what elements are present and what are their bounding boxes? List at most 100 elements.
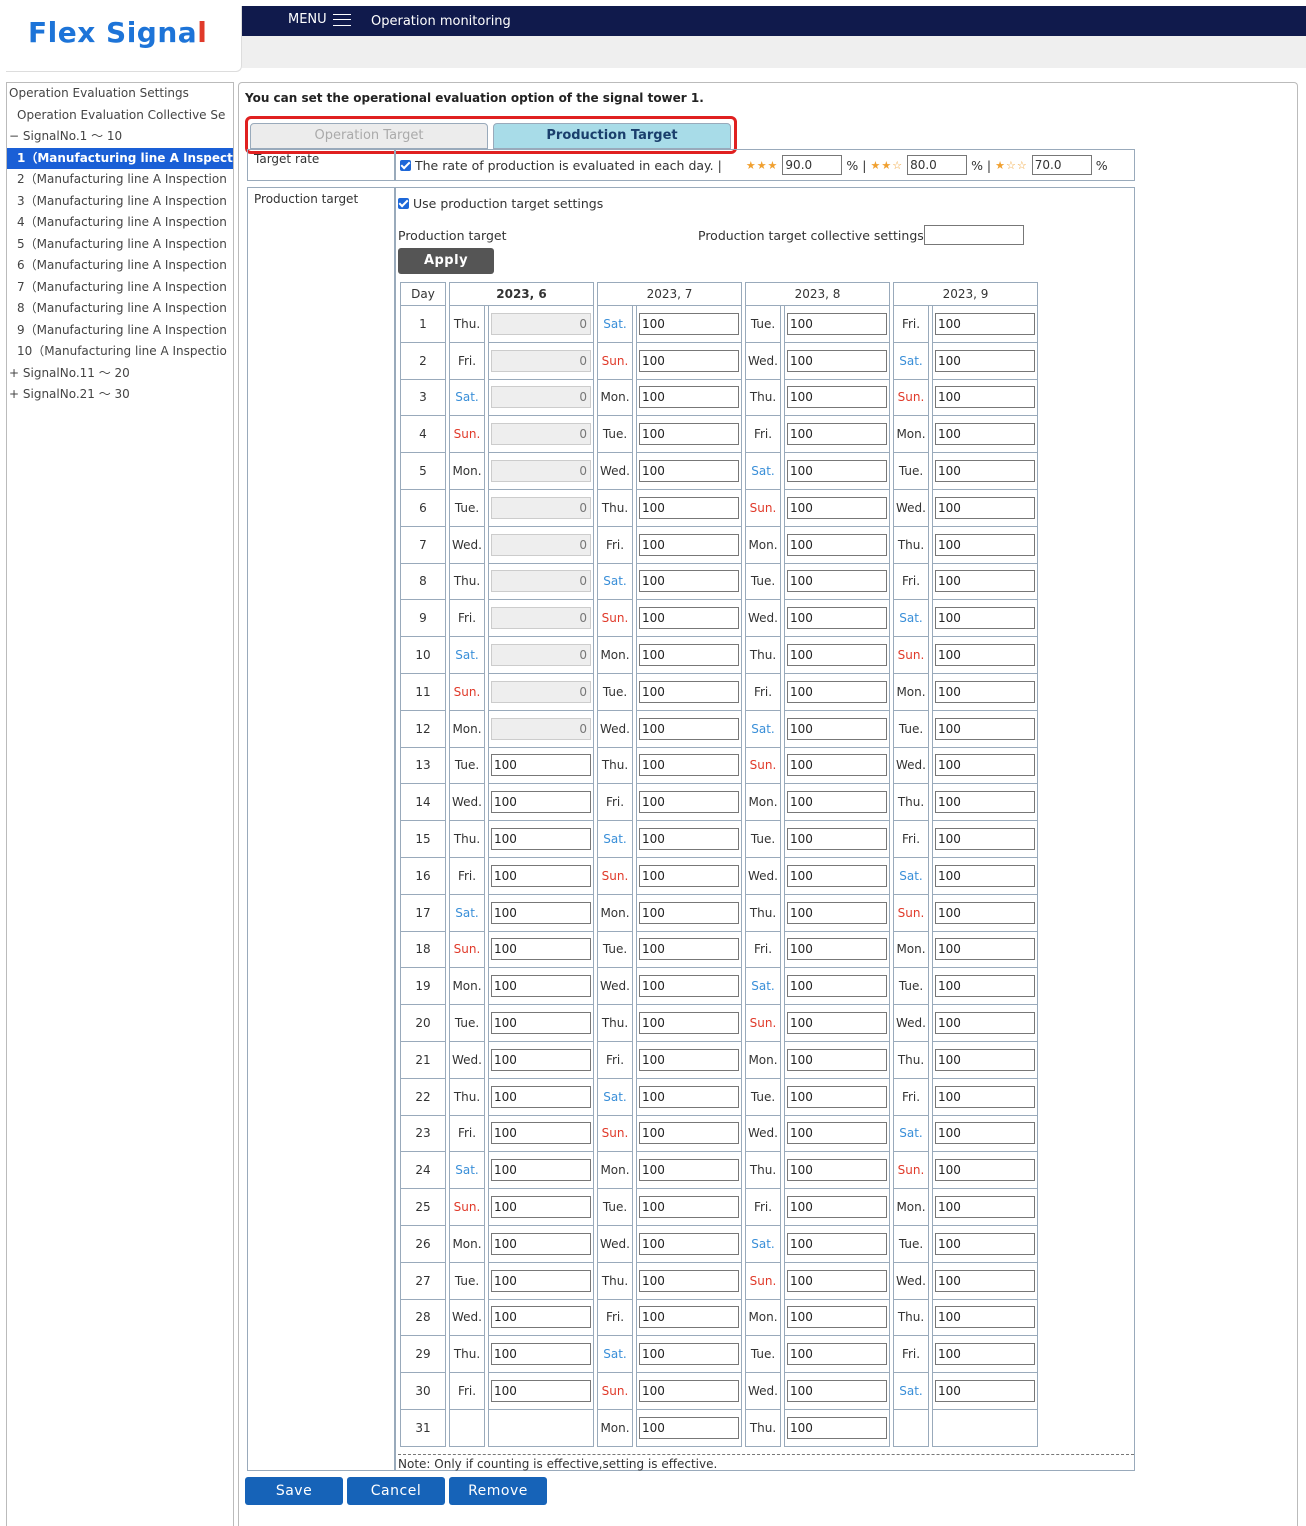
production-value-input[interactable]: 100: [639, 533, 739, 556]
production-value-input[interactable]: 100: [639, 975, 739, 998]
production-value-input[interactable]: 100: [935, 1085, 1035, 1108]
production-value-input[interactable]: 100: [639, 717, 739, 740]
production-value-input[interactable]: 100: [787, 1196, 887, 1219]
production-value-input[interactable]: 100: [639, 644, 739, 667]
tab-operation-target[interactable]: Operation Target: [250, 123, 488, 149]
production-value-input[interactable]: 100: [787, 1306, 887, 1329]
production-value-input[interactable]: 100: [491, 1306, 591, 1329]
production-value-input[interactable]: 100: [787, 680, 887, 703]
production-value-input[interactable]: 100: [491, 1122, 591, 1145]
production-value-input[interactable]: 100: [639, 496, 739, 519]
tab-production-target[interactable]: Production Target: [493, 123, 731, 149]
production-value-input[interactable]: 100: [491, 1269, 591, 1292]
production-value-input[interactable]: 100: [639, 864, 739, 887]
sidebar-item[interactable]: + SignalNo.11 ～ 20: [7, 363, 233, 385]
sidebar-item[interactable]: + SignalNo.21 ～ 30: [7, 384, 233, 406]
production-value-input[interactable]: 100: [787, 607, 887, 630]
production-value-input[interactable]: 100: [639, 1048, 739, 1071]
production-value-input[interactable]: 100: [787, 349, 887, 372]
production-value-input[interactable]: 100: [491, 1159, 591, 1182]
production-value-input[interactable]: 100: [491, 864, 591, 887]
production-value-input[interactable]: 100: [787, 312, 887, 335]
rate-checkbox[interactable]: [400, 159, 411, 171]
production-value-input[interactable]: 100: [491, 1196, 591, 1219]
production-value-input[interactable]: 100: [935, 864, 1035, 887]
production-value-input[interactable]: 100: [491, 828, 591, 851]
production-value-input[interactable]: 100: [787, 423, 887, 446]
production-value-input[interactable]: 100: [639, 680, 739, 703]
production-value-input[interactable]: 100: [935, 828, 1035, 851]
production-value-input[interactable]: 100: [787, 1416, 887, 1439]
sidebar-item[interactable]: 6（Manufacturing line A Inspection: [7, 255, 233, 277]
sidebar-item[interactable]: 9（Manufacturing line A Inspection: [7, 320, 233, 342]
production-value-input[interactable]: 100: [935, 1306, 1035, 1329]
production-value-input[interactable]: 100: [935, 717, 1035, 740]
production-value-input[interactable]: 100: [935, 496, 1035, 519]
production-value-input[interactable]: 100: [935, 1269, 1035, 1292]
sidebar-item[interactable]: 2（Manufacturing line A Inspection: [7, 169, 233, 191]
rate-2star-input[interactable]: 80.0: [907, 155, 968, 175]
production-value-input[interactable]: 100: [787, 1085, 887, 1108]
production-value-input[interactable]: 100: [787, 975, 887, 998]
production-value-input[interactable]: 100: [787, 1380, 887, 1402]
production-value-input[interactable]: 100: [787, 864, 887, 887]
production-value-input[interactable]: 100: [491, 901, 591, 924]
production-value-input[interactable]: 100: [787, 1159, 887, 1182]
production-value-input[interactable]: 100: [491, 754, 591, 777]
production-value-input[interactable]: 100: [639, 1196, 739, 1219]
production-value-input[interactable]: 100: [935, 386, 1035, 409]
production-value-input[interactable]: 100: [787, 496, 887, 519]
production-value-input[interactable]: 100: [639, 1232, 739, 1255]
sidebar-item[interactable]: 4（Manufacturing line A Inspection: [7, 212, 233, 234]
production-value-input[interactable]: 100: [639, 828, 739, 851]
production-value-input[interactable]: 100: [935, 680, 1035, 703]
production-value-input[interactable]: 100: [935, 1343, 1035, 1366]
sidebar-item[interactable]: Operation Evaluation Settings: [7, 83, 233, 105]
production-value-input[interactable]: 100: [639, 423, 739, 446]
production-value-input[interactable]: 100: [935, 1196, 1035, 1219]
production-value-input[interactable]: 100: [935, 754, 1035, 777]
production-value-input[interactable]: 100: [639, 1269, 739, 1292]
production-value-input[interactable]: 100: [639, 901, 739, 924]
production-value-input[interactable]: 100: [787, 938, 887, 961]
production-value-input[interactable]: 100: [639, 607, 739, 630]
production-value-input[interactable]: 100: [639, 1159, 739, 1182]
production-value-input[interactable]: 100: [935, 607, 1035, 630]
sidebar-item[interactable]: 8（Manufacturing line A Inspection: [7, 298, 233, 320]
save-button[interactable]: Save: [245, 1477, 343, 1505]
production-value-input[interactable]: 100: [935, 533, 1035, 556]
production-value-input[interactable]: 100: [787, 791, 887, 814]
production-value-input[interactable]: 100: [935, 975, 1035, 998]
rate-3star-input[interactable]: 90.0: [782, 155, 843, 175]
production-value-input[interactable]: 100: [935, 1048, 1035, 1071]
production-value-input[interactable]: 100: [639, 312, 739, 335]
production-value-input[interactable]: 100: [639, 1343, 739, 1366]
production-value-input[interactable]: 100: [639, 349, 739, 372]
production-value-input[interactable]: 100: [935, 312, 1035, 335]
production-value-input[interactable]: 100: [639, 460, 739, 483]
production-value-input[interactable]: 100: [787, 1343, 887, 1366]
production-value-input[interactable]: 100: [491, 1048, 591, 1071]
production-value-input[interactable]: 100: [787, 1012, 887, 1035]
production-value-input[interactable]: 100: [935, 570, 1035, 593]
sidebar-item[interactable]: − SignalNo.1 ～ 10: [7, 126, 233, 148]
production-value-input[interactable]: 100: [935, 1380, 1035, 1402]
production-value-input[interactable]: 100: [787, 1122, 887, 1145]
production-value-input[interactable]: 100: [787, 1048, 887, 1071]
sidebar-item[interactable]: Operation Evaluation Collective Se: [7, 105, 233, 127]
sidebar-item[interactable]: 5（Manufacturing line A Inspection: [7, 234, 233, 256]
production-value-input[interactable]: 100: [935, 349, 1035, 372]
apply-button[interactable]: Apply: [398, 248, 494, 274]
production-value-input[interactable]: 100: [491, 1380, 591, 1402]
production-value-input[interactable]: 100: [639, 1012, 739, 1035]
cancel-button[interactable]: Cancel: [347, 1477, 445, 1505]
production-value-input[interactable]: 100: [935, 901, 1035, 924]
production-value-input[interactable]: 100: [639, 1380, 739, 1402]
production-value-input[interactable]: 100: [491, 1343, 591, 1366]
production-value-input[interactable]: 100: [787, 717, 887, 740]
production-value-input[interactable]: 100: [639, 938, 739, 961]
sidebar-item[interactable]: 3（Manufacturing line A Inspection: [7, 191, 233, 213]
production-value-input[interactable]: 100: [787, 1232, 887, 1255]
sidebar-item[interactable]: 7（Manufacturing line A Inspection: [7, 277, 233, 299]
production-value-input[interactable]: 100: [935, 644, 1035, 667]
